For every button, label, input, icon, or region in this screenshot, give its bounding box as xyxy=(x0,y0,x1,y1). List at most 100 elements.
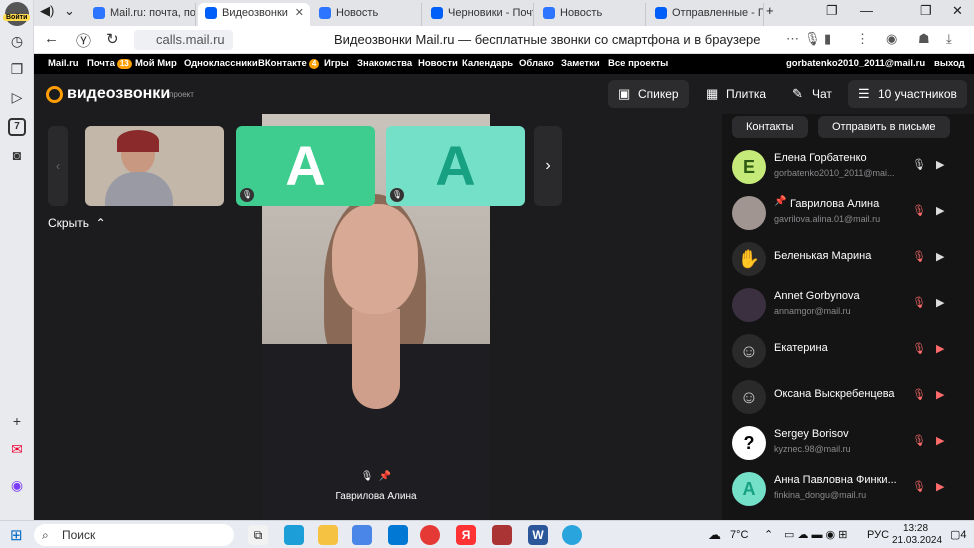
portal-link[interactable]: Mail.ru xyxy=(48,58,79,69)
tab-drafts[interactable]: Черновики - Почт xyxy=(424,3,534,26)
language-indicator[interactable]: РУС xyxy=(867,529,889,541)
portal-link[interactable]: Игры xyxy=(324,58,349,69)
play-icon[interactable]: ▷ xyxy=(8,88,26,106)
camera-off-icon[interactable]: ▶ xyxy=(936,342,944,355)
portal-link[interactable]: Мой Мир xyxy=(135,58,177,69)
portal-link[interactable]: Новости xyxy=(418,58,458,69)
tab-mail[interactable]: Mail.ru: почта, пои xyxy=(86,3,196,26)
participant-row[interactable]: ? Sergey Borisov kyznec.98@mail.ru 🎙 ▶ xyxy=(732,420,968,464)
participant-row[interactable]: ✋ Беленькая Марина 🎙 ▶ xyxy=(732,236,968,280)
chat-button[interactable]: ✎ Чат xyxy=(782,80,842,108)
weather-icon[interactable]: ☁ xyxy=(708,527,721,543)
participant-row[interactable]: E Елена Горбатенко gorbatenko2010_2011@mai… xyxy=(732,144,968,188)
camera-icon[interactable]: ▶ xyxy=(936,158,944,171)
close-window-icon[interactable]: ✕ xyxy=(952,3,963,19)
mail-app-icon[interactable] xyxy=(388,525,408,545)
tray-chevron-icon[interactable]: ⌃ xyxy=(764,528,773,541)
tile-view-button[interactable]: ▦ Плитка xyxy=(696,80,776,108)
camera-icon[interactable]: ◙ xyxy=(8,146,26,164)
participant-tile[interactable]: A 🎙 xyxy=(236,126,375,206)
extension-icon[interactable]: ◉ xyxy=(886,31,897,47)
menu-icon[interactable]: ⋮ xyxy=(856,31,869,47)
mic-off-icon[interactable]: 🎙 xyxy=(912,250,926,263)
participants-button[interactable]: ☰ 10 участников xyxy=(848,80,967,108)
scroll-right-button[interactable]: › xyxy=(534,126,562,206)
telegram-icon[interactable] xyxy=(562,525,582,545)
app-logo[interactable]: видеозвонки xyxy=(67,85,170,103)
download-icon[interactable]: ⤓ xyxy=(946,31,952,47)
winrar-icon[interactable] xyxy=(492,525,512,545)
speaker-view-button[interactable]: ▣ Спикер xyxy=(608,80,689,108)
tray-icons[interactable]: ▭ ☁ ▬ ◉ ⊞ xyxy=(784,528,847,541)
explorer-icon[interactable] xyxy=(318,525,338,545)
mic-off-icon[interactable]: 🎙 xyxy=(912,296,926,309)
mic-off-icon[interactable]: 🎙 xyxy=(912,342,926,355)
hide-tiles-button[interactable]: Скрыть ⌃ xyxy=(48,216,106,230)
logout-link[interactable]: выход xyxy=(934,58,965,69)
close-icon[interactable]: ✕ xyxy=(295,3,304,23)
camera-icon[interactable]: ▶ xyxy=(936,250,944,263)
weather-temp[interactable]: 7°C xyxy=(730,529,748,541)
chevron-down-icon[interactable]: ⌄ xyxy=(64,3,75,19)
alice-icon[interactable]: ◉ xyxy=(8,476,26,494)
edge-icon[interactable] xyxy=(284,525,304,545)
back-icon[interactable]: ← xyxy=(44,30,59,47)
portal-link[interactable]: Заметки xyxy=(561,58,600,69)
portal-link[interactable]: Облако xyxy=(519,58,554,69)
task-view-icon[interactable]: ⧉ xyxy=(248,525,268,545)
portal-link[interactable]: Одноклассники xyxy=(184,58,258,69)
participant-row[interactable]: ☺ Оксана Выскребенцева 🎙 ▶ xyxy=(732,374,968,418)
user-email[interactable]: gorbatenko2010_2011@mail.ru xyxy=(786,58,925,69)
bookmark-icon[interactable]: ▮ xyxy=(824,31,831,47)
portal-link[interactable]: Знакомства xyxy=(357,58,412,69)
portal-link[interactable]: Все проекты xyxy=(608,58,668,69)
tab-sent[interactable]: Отправленные - П xyxy=(648,3,764,26)
mail-icon[interactable]: ✉ xyxy=(8,440,26,458)
add-icon[interactable]: + xyxy=(8,412,26,430)
speaker-icon[interactable]: ◀) xyxy=(40,3,54,19)
restore-icon[interactable]: ❐ xyxy=(920,3,932,19)
store-icon[interactable] xyxy=(352,525,372,545)
reload-icon[interactable]: ↻ xyxy=(106,30,119,48)
scroll-left-button[interactable]: ‹ xyxy=(48,126,68,206)
camera-icon[interactable]: ▶ xyxy=(936,204,944,217)
windows-start-icon[interactable]: ⊞ xyxy=(10,526,23,544)
clock-time[interactable]: 13:28 xyxy=(903,523,928,534)
camera-off-icon[interactable]: ▶ xyxy=(936,480,944,493)
mic-off-icon[interactable]: 🎙 xyxy=(912,204,926,217)
word-icon[interactable]: W xyxy=(528,525,548,545)
collections-icon[interactable]: ❐ xyxy=(8,60,26,78)
taskbar-search[interactable]: ⌕ Поиск xyxy=(34,524,234,546)
portal-link[interactable]: Календарь xyxy=(462,58,513,69)
seven-icon[interactable]: 7 xyxy=(8,118,26,136)
more-icon[interactable]: ⋯ xyxy=(786,31,799,47)
participant-row[interactable]: Annet Gorbynova annamgor@mail.ru 🎙 ▶ xyxy=(732,282,968,326)
participant-row[interactable]: ☺ Екатерина 🎙 ▶ xyxy=(732,328,968,372)
participant-row[interactable]: A Анна Павловна Финки... finkina_dongu@mai… xyxy=(732,466,968,510)
send-by-mail-button[interactable]: Отправить в письме xyxy=(818,116,950,138)
participant-tile-video[interactable] xyxy=(85,126,224,206)
participant-row[interactable]: 📌 Гаврилова Алина gavrilova.alina.01@mail.… xyxy=(732,190,968,234)
mic-off-icon[interactable]: 🎙 xyxy=(912,388,926,401)
minimize-icon[interactable]: — xyxy=(860,3,873,18)
extension2-icon[interactable]: ☗ xyxy=(918,31,930,47)
tab-news-1[interactable]: Новость xyxy=(312,3,422,26)
tab-news-2[interactable]: Новость xyxy=(536,3,646,26)
new-tab-icon[interactable]: + xyxy=(766,3,774,18)
history-icon[interactable]: ◷ xyxy=(8,32,26,50)
url-field[interactable]: calls.mail.ru xyxy=(134,30,233,50)
clock-date[interactable]: 21.03.2024 xyxy=(892,535,942,546)
notifications-icon[interactable]: ▢4 xyxy=(950,528,967,541)
participant-tile[interactable]: A 🎙 xyxy=(386,126,525,206)
yandex-icon[interactable]: Ⓨ xyxy=(76,30,91,51)
mic-off-icon[interactable]: 🎙 xyxy=(912,434,926,447)
portal-link[interactable]: Почта 13 xyxy=(87,58,132,69)
login-button[interactable]: Войти xyxy=(3,14,31,21)
yandex-browser-icon[interactable] xyxy=(420,525,440,545)
tab-videocalls[interactable]: Видеозвонки ✕ xyxy=(198,3,310,26)
camera-icon[interactable]: ▶ xyxy=(936,296,944,309)
portal-link[interactable]: ВКонтакте 4 xyxy=(258,58,320,69)
camera-off-icon[interactable]: ▶ xyxy=(936,388,944,401)
tab-manager-icon[interactable]: ❐ xyxy=(826,3,838,19)
mic-icon[interactable]: 🎙 xyxy=(912,158,926,171)
